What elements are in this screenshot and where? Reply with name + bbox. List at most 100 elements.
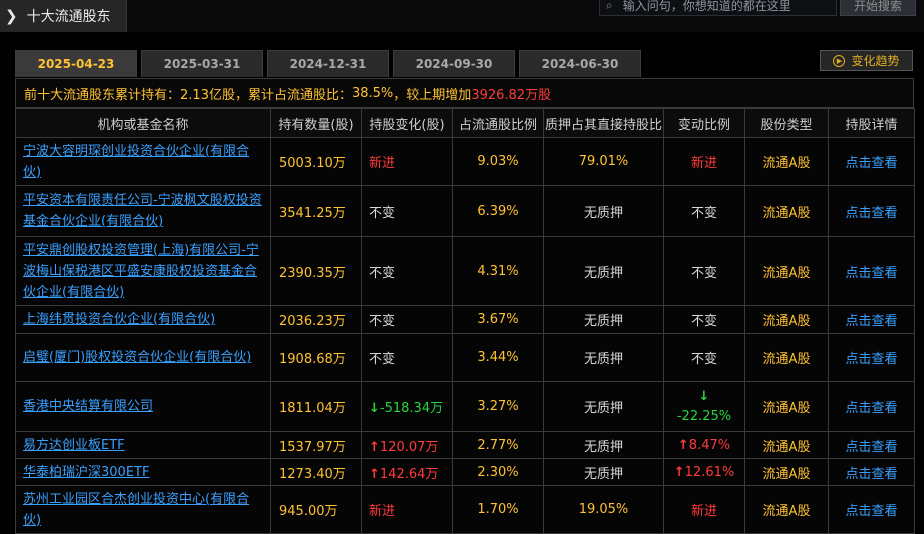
variation-cell: 不变 (663, 305, 745, 334)
holder-name-link[interactable]: 易方达创业板ETF (15, 431, 271, 459)
section-title-tab[interactable]: ❯ 十大流通股东 (0, 0, 127, 32)
holding-qty: 945.00万 (270, 485, 362, 534)
holding-change-cell: 不变 (361, 185, 453, 237)
holding-qty: 1811.04万 (270, 381, 362, 432)
view-detail-link[interactable]: 点击查看 (828, 236, 915, 306)
share-type: 流通A股 (744, 485, 829, 534)
holding-change-cell: ↑120.07万 (361, 431, 453, 459)
holding-change-cell: 不变 (361, 305, 453, 334)
col-header-qty[interactable]: 持有数量(股) (270, 108, 362, 138)
search-button[interactable]: 开始搜索 (840, 0, 916, 16)
summary-bar: 前十大流通股东累计持有： 2.13亿股 ，累计占流通股比： 38.5% ，较上期… (15, 78, 914, 108)
view-detail-link[interactable]: 点击查看 (828, 333, 915, 382)
table-row: 启璧(厦门)股权投资合伙企业(有限合伙) 1908.68万 不变 3.44% 无质押 不变… (15, 333, 915, 382)
table-row: 平安资本有限责任公司-宁波枫文股权投资基金合伙企业(有限合伙) 3541.25万不… (15, 185, 915, 237)
variation-cell: 新进 (663, 137, 745, 186)
view-detail-link[interactable]: 点击查看 (828, 458, 915, 486)
holder-name-link[interactable]: 上海纬贯投资合伙企业(有限合伙) (15, 305, 271, 334)
pledge-ratio: 19.05% (543, 485, 664, 534)
col-header-name[interactable]: 机构或基金名称 (15, 108, 271, 138)
float-ratio: 3.27% (452, 381, 544, 432)
holder-name-link[interactable]: 平安资本有限责任公司-宁波枫文股权投资基金合伙企业(有限合伙) (15, 185, 271, 237)
holder-name-link[interactable]: 宁波大容明琛创业投资合伙企业(有限合伙) (15, 137, 271, 186)
float-ratio: 1.70% (452, 485, 544, 534)
float-ratio: 3.44% (452, 333, 544, 382)
variation-value: 新进 (690, 504, 717, 519)
variation-value: 不变 (690, 205, 717, 221)
holding-change: 新进 (369, 504, 396, 519)
view-detail-link[interactable]: 点击查看 (828, 485, 915, 534)
chevron-right-icon: ❯ (5, 7, 18, 25)
holder-name-link[interactable]: 启璧(厦门)股权投资合伙企业(有限合伙) (15, 333, 271, 382)
search-box[interactable]: ⌕ (599, 0, 837, 16)
arrow-up-icon: ↑ (369, 466, 380, 482)
holding-change: 不变 (369, 352, 396, 367)
holding-change-cell: 新进 (361, 485, 453, 534)
holding-change-cell: 不变 (361, 236, 453, 306)
search-input[interactable] (620, 0, 825, 14)
variation-value: 不变 (690, 314, 717, 329)
holding-change-cell: 不变 (361, 333, 453, 382)
col-header-type[interactable]: 股份类型 (744, 108, 829, 138)
variation-cell: 新进 (663, 485, 745, 534)
holder-name-link[interactable]: 平安鼎创股权投资管理(上海)有限公司-宁波梅山保税港区平盛安康股权投资基金合伙企… (15, 236, 271, 306)
variation-cell: 不变 (663, 185, 745, 237)
change-trend-label: 变化趋势 (851, 54, 900, 68)
col-header-ratio[interactable]: 占流通股比例 (452, 108, 544, 138)
table-row: 宁波大容明琛创业投资合伙企业(有限合伙) 5003.10万 新进 9.03% 79.01… (15, 137, 915, 186)
holder-name-link[interactable]: 华泰柏瑞沪深300ETF (15, 458, 271, 486)
summary-increase: 3926.82万股 (471, 87, 552, 103)
view-detail-link[interactable]: 点击查看 (828, 381, 915, 432)
view-detail-link[interactable]: 点击查看 (828, 305, 915, 334)
view-detail-link[interactable]: 点击查看 (828, 185, 915, 237)
share-type: 流通A股 (744, 458, 829, 486)
table-row: 易方达创业板ETF 1537.97万 ↑120.07万 2.77% 无质押 ↑8.47% 流… (15, 431, 915, 459)
table-row: 上海纬贯投资合伙企业(有限合伙) 2036.23万 不变 3.67% 无质押 不变 流通A股… (15, 305, 915, 334)
tab-2024-06-30[interactable]: 2024-06-30 (519, 50, 641, 77)
arrow-down-icon: ↓ (369, 401, 380, 416)
arrow-up-icon: ↑ (677, 437, 689, 453)
holding-qty: 5003.10万 (270, 137, 362, 186)
summary-text-3: ，较上期增加 (393, 87, 472, 103)
float-ratio: 4.31% (452, 236, 544, 306)
tab-2024-12-31[interactable]: 2024-12-31 (267, 50, 389, 77)
col-header-detail[interactable]: 持股详情 (828, 108, 915, 138)
pledge-ratio: 无质押 (543, 458, 664, 486)
holder-name-link[interactable]: 香港中央结算有限公司 (15, 381, 271, 432)
summary-text-1: 前十大流通股东累计持有： (24, 87, 181, 103)
variation-value: 12.61% (684, 464, 735, 480)
share-type: 流通A股 (744, 137, 829, 186)
col-header-variation[interactable]: 变动比例 (663, 108, 745, 138)
variation-value: 不变 (690, 352, 717, 367)
col-header-pledge[interactable]: 质押占其直接持股比 (543, 108, 664, 138)
share-type: 流通A股 (744, 431, 829, 459)
col-header-change[interactable]: 持股变化(股) (361, 108, 453, 138)
holding-change-cell: ↓-518.34万 (361, 381, 453, 432)
tab-2025-04-23[interactable]: 2025-04-23 (15, 50, 137, 77)
holding-qty: 1908.68万 (270, 333, 362, 382)
table-row: 苏州工业园区合杰创业投资中心(有限合伙) 945.00万 新进 1.70% 19.05%… (15, 485, 915, 534)
variation-cell: ↓ -22.25% (663, 381, 745, 432)
pledge-ratio: 无质押 (543, 431, 664, 459)
section-title: 十大流通股东 (26, 9, 111, 25)
change-trend-button[interactable]: ▶ 变化趋势 (820, 50, 913, 71)
share-type: 流通A股 (744, 305, 829, 334)
table-row: 香港中央结算有限公司 1811.04万 ↓-518.34万 3.27% 无质押 ↓ -22… (15, 381, 915, 432)
holder-name-link[interactable]: 苏州工业园区合杰创业投资中心(有限合伙) (15, 485, 271, 534)
holding-qty: 1273.40万 (270, 458, 362, 486)
holding-change: 不变 (369, 205, 396, 221)
holding-qty: 1537.97万 (270, 431, 362, 459)
float-ratio: 9.03% (452, 137, 544, 186)
table-header-row: 机构或基金名称 持有数量(股) 持股变化(股) 占流通股比例 质押占其直接持股比… (15, 108, 915, 138)
pledge-ratio: 无质押 (543, 333, 664, 382)
variation-value: 不变 (690, 265, 717, 281)
holding-change-cell: ↑142.64万 (361, 458, 453, 486)
holding-change: 新进 (369, 156, 396, 171)
view-detail-link[interactable]: 点击查看 (828, 431, 915, 459)
holding-qty: 2390.35万 (270, 236, 362, 306)
share-type: 流通A股 (744, 333, 829, 382)
view-detail-link[interactable]: 点击查看 (828, 137, 915, 186)
variation-cell: 不变 (663, 333, 745, 382)
tab-2025-03-31[interactable]: 2025-03-31 (141, 50, 263, 77)
tab-2024-09-30[interactable]: 2024-09-30 (393, 50, 515, 77)
